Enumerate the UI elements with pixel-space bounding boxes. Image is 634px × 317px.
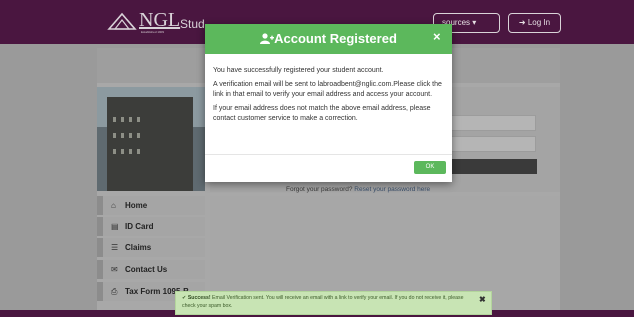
document-icon: ⎙ [111,287,118,296]
forgot-password-text: Forgot your password? Reset your passwor… [286,186,430,193]
photo-window [129,117,132,122]
ngl-logo[interactable]: NGL [107,9,181,31]
envelope-icon: ✉ [111,265,118,274]
modal-paragraph: A verification email will be sent to lab… [213,81,442,98]
nav-item-id-card[interactable]: ▤ ID Card [97,217,205,236]
logo-text: NGL [139,9,181,31]
photo-building [107,97,193,191]
modal-title-text: Account Registered [274,31,397,46]
toast-message: Email Verification sent. You will receiv… [182,295,464,309]
photo-window [129,133,132,138]
toast-strong: Success! [187,295,211,301]
photo-window [113,133,116,138]
toast-close-icon[interactable]: ✖ [479,296,486,304]
login-button[interactable]: ➜ Log In [508,13,561,33]
ngl-logo-mark-icon [107,12,137,30]
account-registered-modal: Account Registered × You have successful… [205,24,452,182]
forgot-label: Forgot your password? [286,186,353,193]
check-icon: ✔ [182,295,187,301]
user-plus-icon [260,33,275,44]
password-input[interactable] [438,136,536,152]
print-icon: ▤ [111,222,119,231]
ok-button[interactable]: OK [414,161,446,174]
home-icon: ⌂ [111,201,116,210]
username-input[interactable] [438,115,536,131]
nav-item-label: ID Card [125,222,154,231]
success-toast: ✔ Success! Email Verification sent. You … [175,291,492,315]
nav-item-claims[interactable]: ☰ Claims [97,238,205,257]
photo-window [121,117,124,122]
nav-item-home[interactable]: ⌂ Home [97,196,205,215]
logo-subtitle: Established 1909 [141,30,165,34]
modal-paragraph: If your email address does not match the… [213,105,431,122]
modal-paragraph: You have successfully registered your st… [213,67,384,74]
photo-window [121,133,124,138]
photo-window [137,117,140,122]
modal-divider [205,154,452,155]
photo-window [137,133,140,138]
photo-window [113,117,116,122]
photo-window [113,149,116,154]
photo-window [121,149,124,154]
submit-button[interactable] [440,159,537,174]
modal-close-button[interactable]: × [433,29,441,44]
reset-password-link[interactable]: Reset your password here [354,186,430,193]
modal-header: Account Registered × [205,24,452,54]
photo-window [129,149,132,154]
site-title: Stud [180,17,205,31]
nav-item-label: Contact Us [125,265,168,274]
nav-item-contact-us[interactable]: ✉ Contact Us [97,260,205,279]
building-photo [97,87,205,191]
modal-title: Account Registered [205,31,452,46]
photo-window [137,149,140,154]
list-icon: ☰ [111,243,119,252]
nav-item-label: Claims [125,243,152,252]
modal-body: You have successfully registered your st… [213,66,445,128]
nav-item-label: Home [125,201,148,210]
